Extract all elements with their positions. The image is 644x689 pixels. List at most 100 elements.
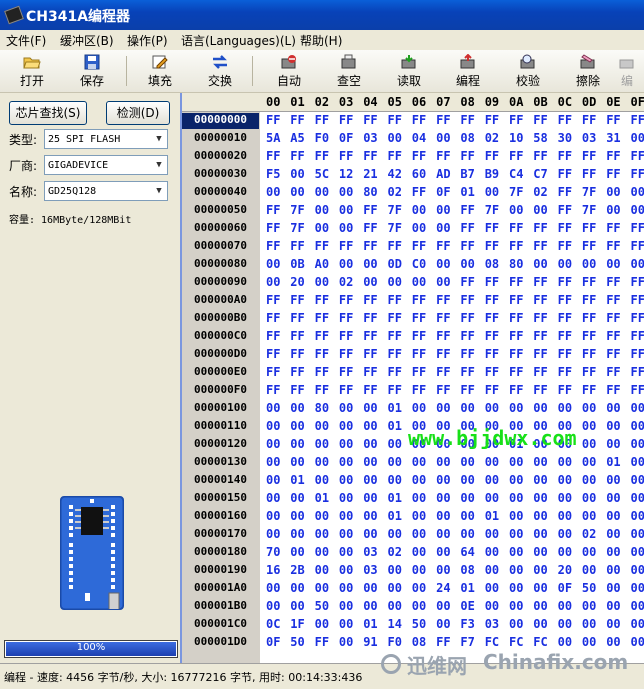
hex-byte[interactable]: FF: [315, 383, 329, 397]
hex-byte[interactable]: 14: [388, 617, 402, 631]
hex-byte[interactable]: 00: [412, 545, 426, 559]
hex-byte[interactable]: FF: [339, 329, 353, 343]
row-address[interactable]: 000001C0: [182, 617, 259, 633]
hex-byte[interactable]: 00: [582, 437, 596, 451]
hex-byte[interactable]: FF: [412, 347, 426, 361]
hex-byte[interactable]: 00: [363, 401, 377, 415]
hex-byte[interactable]: C7: [533, 167, 547, 181]
hex-byte[interactable]: FF: [388, 383, 402, 397]
hex-byte[interactable]: 00: [558, 473, 572, 487]
hex-byte[interactable]: 02: [388, 185, 402, 199]
hex-byte[interactable]: FF: [582, 149, 596, 163]
hex-byte[interactable]: 00: [412, 491, 426, 505]
hex-byte[interactable]: 00: [631, 455, 644, 469]
hex-byte[interactable]: 00: [363, 275, 377, 289]
hex-byte[interactable]: 00: [315, 509, 329, 523]
hex-byte[interactable]: FF: [363, 347, 377, 361]
hex-byte[interactable]: FF: [631, 113, 644, 127]
hex-byte[interactable]: FF: [509, 293, 523, 307]
hex-byte[interactable]: FF: [485, 293, 499, 307]
hex-byte[interactable]: 00: [606, 599, 620, 613]
hex-byte[interactable]: 00: [533, 581, 547, 595]
hex-byte[interactable]: FF: [460, 311, 474, 325]
hex-byte[interactable]: 00: [363, 473, 377, 487]
name-select[interactable]: GD25Q128 ▼: [44, 181, 168, 201]
hex-byte[interactable]: 02: [533, 185, 547, 199]
hex-byte[interactable]: 00: [558, 527, 572, 541]
hex-byte[interactable]: 01: [388, 509, 402, 523]
hex-byte[interactable]: FF: [558, 185, 572, 199]
hex-byte[interactable]: 60: [412, 167, 426, 181]
hex-byte[interactable]: FF: [631, 383, 644, 397]
hex-byte[interactable]: 00: [412, 599, 426, 613]
hex-byte[interactable]: 00: [290, 185, 304, 199]
hex-byte[interactable]: FF: [363, 383, 377, 397]
row-address[interactable]: 000000D0: [182, 347, 259, 363]
hex-byte[interactable]: FF: [606, 311, 620, 325]
hex-byte[interactable]: FF: [509, 113, 523, 127]
hex-byte[interactable]: FF: [363, 221, 377, 235]
hex-byte[interactable]: 00: [315, 545, 329, 559]
hex-byte[interactable]: 00: [558, 635, 572, 649]
hex-byte[interactable]: 00: [266, 437, 280, 451]
hex-byte[interactable]: 00: [606, 581, 620, 595]
blank-check-button[interactable]: 查空: [321, 52, 377, 90]
hex-byte[interactable]: 00: [509, 203, 523, 217]
hex-byte[interactable]: 00: [363, 455, 377, 469]
hex-byte[interactable]: 00: [315, 419, 329, 433]
hex-byte[interactable]: FF: [460, 203, 474, 217]
hex-byte[interactable]: 00: [315, 437, 329, 451]
hex-byte[interactable]: FF: [266, 203, 280, 217]
hex-byte[interactable]: FF: [266, 311, 280, 325]
auto-button[interactable]: 自动: [261, 52, 317, 90]
hex-byte[interactable]: FF: [436, 293, 450, 307]
row-address[interactable]: 00000160: [182, 509, 259, 525]
hex-byte[interactable]: FF: [460, 347, 474, 361]
hex-byte[interactable]: FF: [290, 113, 304, 127]
hex-byte[interactable]: 00: [436, 455, 450, 469]
hex-byte[interactable]: 00: [290, 545, 304, 559]
hex-byte[interactable]: 00: [631, 419, 644, 433]
row-address[interactable]: 00000090: [182, 275, 259, 291]
hex-byte[interactable]: FF: [631, 221, 644, 235]
hex-byte[interactable]: FF: [485, 311, 499, 325]
hex-byte[interactable]: 00: [388, 527, 402, 541]
hex-byte[interactable]: 01: [460, 185, 474, 199]
hex-byte[interactable]: 0F: [558, 581, 572, 595]
hex-byte[interactable]: FF: [266, 293, 280, 307]
hex-byte[interactable]: FF: [339, 239, 353, 253]
hex-byte[interactable]: AD: [436, 167, 450, 181]
hex-byte[interactable]: 01: [388, 491, 402, 505]
hex-byte[interactable]: 00: [412, 473, 426, 487]
row-address[interactable]: 00000000: [182, 113, 259, 129]
hex-byte[interactable]: 00: [509, 473, 523, 487]
hex-byte[interactable]: FF: [533, 239, 547, 253]
hex-byte[interactable]: FF: [363, 239, 377, 253]
hex-byte[interactable]: FF: [436, 239, 450, 253]
hex-byte[interactable]: 00: [436, 527, 450, 541]
hex-byte[interactable]: FF: [315, 365, 329, 379]
hex-byte[interactable]: 7F: [290, 221, 304, 235]
hex-byte[interactable]: 00: [631, 527, 644, 541]
hex-byte[interactable]: FF: [631, 311, 644, 325]
hex-byte[interactable]: FF: [606, 329, 620, 343]
hex-byte[interactable]: 00: [388, 437, 402, 451]
hex-byte[interactable]: 00: [315, 185, 329, 199]
hex-byte[interactable]: 03: [363, 545, 377, 559]
hex-editor[interactable]: 000102030405060708090A0B0C0D0E0F 0000000…: [182, 93, 644, 663]
swap-button[interactable]: 交换: [192, 52, 248, 90]
hex-byte[interactable]: 00: [631, 203, 644, 217]
hex-byte[interactable]: 00: [436, 203, 450, 217]
hex-byte[interactable]: 00: [363, 581, 377, 595]
save-button[interactable]: 保存: [64, 52, 120, 90]
hex-byte[interactable]: 00: [631, 437, 644, 451]
hex-byte[interactable]: 80: [509, 257, 523, 271]
hex-byte[interactable]: 00: [363, 527, 377, 541]
hex-byte[interactable]: 00: [606, 563, 620, 577]
hex-byte[interactable]: 7F: [582, 203, 596, 217]
hex-byte[interactable]: FF: [339, 347, 353, 361]
hex-byte[interactable]: 00: [436, 563, 450, 577]
hex-byte[interactable]: FF: [388, 329, 402, 343]
row-address[interactable]: 00000110: [182, 419, 259, 435]
hex-byte[interactable]: 00: [509, 509, 523, 523]
